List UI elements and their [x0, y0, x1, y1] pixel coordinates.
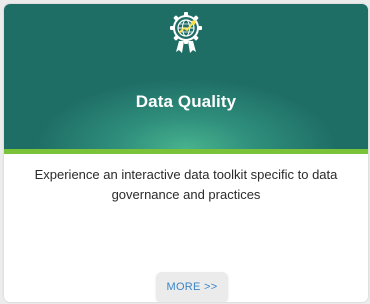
card-description: Experience an interactive data toolkit s… [34, 167, 338, 202]
more-button[interactable]: MORE >> [156, 272, 228, 302]
data-quality-card: Data Quality Experience an interactive d… [4, 4, 368, 302]
card-header: Data Quality [4, 4, 368, 149]
data-quality-badge-icon [167, 11, 205, 55]
accent-divider [4, 149, 368, 154]
card-title: Data Quality [135, 92, 237, 111]
